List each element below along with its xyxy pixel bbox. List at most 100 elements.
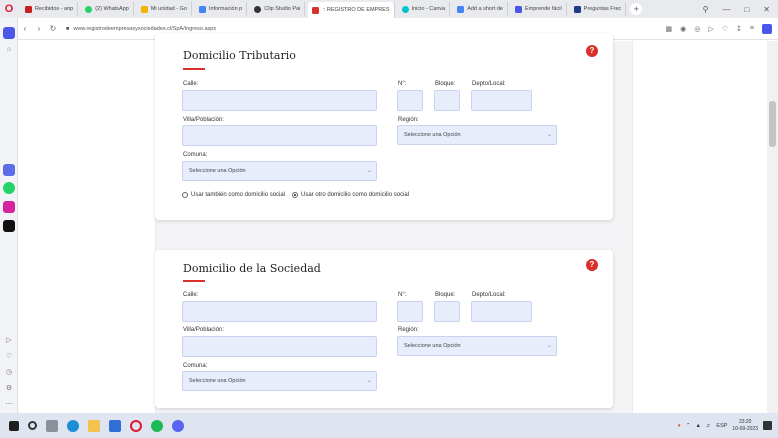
home-icon[interactable]: ⌂ <box>4 45 14 55</box>
help-icon[interactable]: ? <box>586 45 598 57</box>
docs-icon <box>198 5 206 13</box>
heart-icon[interactable]: ♡ <box>722 25 728 33</box>
network-icon[interactable]: ▲ <box>695 423 700 429</box>
tab-preguntas[interactable]: Preguntas Frec <box>570 2 627 16</box>
close-icon[interactable]: ✕ <box>763 5 770 14</box>
chevron-down-icon: ⌄ <box>366 378 372 384</box>
aria-icon[interactable] <box>3 164 15 176</box>
chevron-down-icon: ⌄ <box>546 343 552 349</box>
page-scrollbar[interactable] <box>767 41 778 413</box>
edge-icon[interactable] <box>67 419 79 432</box>
tiktok-icon[interactable] <box>3 220 15 232</box>
chevron-down-icon: ⌄ <box>366 168 372 174</box>
spotify-icon[interactable] <box>151 419 163 432</box>
title-underline <box>183 280 205 282</box>
forward-icon[interactable]: › <box>32 24 46 33</box>
reload-icon[interactable]: ↻ <box>46 24 60 33</box>
title-underline <box>183 68 205 70</box>
camera-icon[interactable]: ◉ <box>680 25 686 33</box>
url-field[interactable]: ■ www.registrodeempresasysociedades.cl/S… <box>66 26 216 32</box>
numero-input[interactable] <box>397 90 423 111</box>
settings-icon[interactable]: ⚙ <box>4 384 14 394</box>
comuna-select[interactable]: Seleccione una Opción ⌄ <box>182 371 377 391</box>
registro-icon <box>312 6 320 14</box>
whatsapp-sidebar-icon[interactable] <box>3 182 15 194</box>
section-title: Domicilio Tributario <box>183 49 296 62</box>
villa-input[interactable] <box>182 336 377 357</box>
scrollbar-thumb[interactable] <box>769 101 776 147</box>
tab-gmail[interactable]: Recibidos - anp <box>21 2 79 16</box>
volume-icon[interactable]: ♬ <box>706 423 712 429</box>
villa-input[interactable] <box>182 125 377 146</box>
translate-icon[interactable]: ▦ <box>666 25 673 33</box>
windows-taskbar: ● ⌃ ▲ ♬ ESP 23:20 10-09-2023 <box>0 413 778 438</box>
extension-icon[interactable] <box>762 23 772 34</box>
tab-add-short[interactable]: Add a short de <box>453 2 508 16</box>
chevron-up-icon[interactable]: ⌃ <box>686 423 691 429</box>
villa-label: Villa/Población: <box>183 117 224 123</box>
task-view-icon[interactable] <box>46 419 58 432</box>
tab-strip: O Recibidos - anp (2) WhatsApp Mi unidad… <box>0 0 778 18</box>
numero-label: N°: <box>398 292 407 298</box>
numero-input[interactable] <box>397 301 423 322</box>
tab-drive[interactable]: Mi unidad - Go <box>137 2 192 16</box>
history-icon[interactable]: ◷ <box>4 368 14 378</box>
section-domicilio-tributario: Domicilio Tributario ? Calle: N°: Bloque… <box>155 33 613 220</box>
heart-sidebar-icon[interactable]: ♡ <box>4 352 14 362</box>
new-tab-button[interactable]: + <box>630 3 643 15</box>
depto-label: Depto/Local: <box>472 292 506 298</box>
tab-info[interactable]: Información p <box>195 2 248 16</box>
notifications-icon[interactable] <box>763 421 772 430</box>
chevron-down-icon: ⌄ <box>546 132 552 138</box>
clock[interactable]: 23:20 10-09-2023 <box>732 419 758 433</box>
help-icon[interactable]: ? <box>586 259 598 271</box>
easy-setup-icon[interactable]: ≡ <box>750 25 754 32</box>
instagram-icon[interactable] <box>3 201 15 213</box>
workspace-icon[interactable] <box>3 27 15 39</box>
domicilio-social-options: Usar también como domicilio social Usar … <box>182 192 409 198</box>
bloque-input[interactable] <box>434 90 460 111</box>
windows-start-icon[interactable] <box>9 420 19 431</box>
comuna-label: Comuna: <box>183 363 208 369</box>
region-label: Región: <box>398 117 419 123</box>
tab-clipstudio[interactable]: Clip Studio Pai <box>250 2 306 16</box>
search-tabs-icon[interactable]: ⚲ <box>703 5 709 14</box>
radio-usar-otro[interactable] <box>292 192 299 198</box>
opera-menu-icon[interactable]: O <box>0 0 18 18</box>
comuna-select[interactable]: Seleccione una Opción ⌄ <box>182 161 377 181</box>
bloque-input[interactable] <box>434 301 460 322</box>
store-icon[interactable] <box>109 419 121 432</box>
discord-icon[interactable] <box>172 419 184 432</box>
play-icon[interactable]: ▷ <box>708 25 713 33</box>
more-icon[interactable]: ⋯ <box>4 400 14 410</box>
vpn-icon[interactable]: ◎ <box>694 25 700 33</box>
calle-input[interactable] <box>182 90 377 111</box>
calle-input[interactable] <box>182 301 377 322</box>
search-icon[interactable] <box>28 421 37 430</box>
tab-emprende[interactable]: Emprende fácil <box>511 2 567 16</box>
tab-registro-active[interactable]: :: REGISTRO DE EMPRES <box>308 2 395 18</box>
bloque-label: Bloque: <box>435 292 456 298</box>
region-select[interactable]: Seleccione una Opción ⌄ <box>397 336 557 356</box>
opera-taskbar-icon[interactable] <box>130 419 142 432</box>
player-icon[interactable]: ▷ <box>4 336 14 346</box>
back-icon[interactable]: ‹ <box>18 24 32 33</box>
lock-icon: ■ <box>66 25 70 32</box>
language-label[interactable]: ESP <box>716 423 727 429</box>
region-select[interactable]: Seleccione una Opción ⌄ <box>397 125 557 145</box>
file-explorer-icon[interactable] <box>88 419 100 432</box>
download-icon[interactable]: ↧ <box>736 25 742 33</box>
depto-input[interactable] <box>471 90 532 111</box>
toolbar-icons: ▦ ◉ ◎ ▷ ♡ ↧ ≡ <box>666 23 778 34</box>
maximize-icon[interactable]: □ <box>744 5 749 14</box>
emprende-icon <box>514 5 522 13</box>
section-title: Domicilio de la Sociedad <box>183 262 321 275</box>
tab-canva[interactable]: Inicio - Canva <box>398 2 451 16</box>
weather-icon[interactable]: ● <box>678 423 681 429</box>
wifi-icon <box>254 5 262 13</box>
depto-input[interactable] <box>471 301 532 322</box>
opera-sidebar: ⌂ ▷ ♡ ◷ ⚙ ⋯ <box>0 18 18 413</box>
radio-usar-tambien[interactable] <box>182 192 188 198</box>
minimize-icon[interactable]: — <box>722 5 730 14</box>
tab-whatsapp[interactable]: (2) WhatsApp <box>81 2 134 16</box>
